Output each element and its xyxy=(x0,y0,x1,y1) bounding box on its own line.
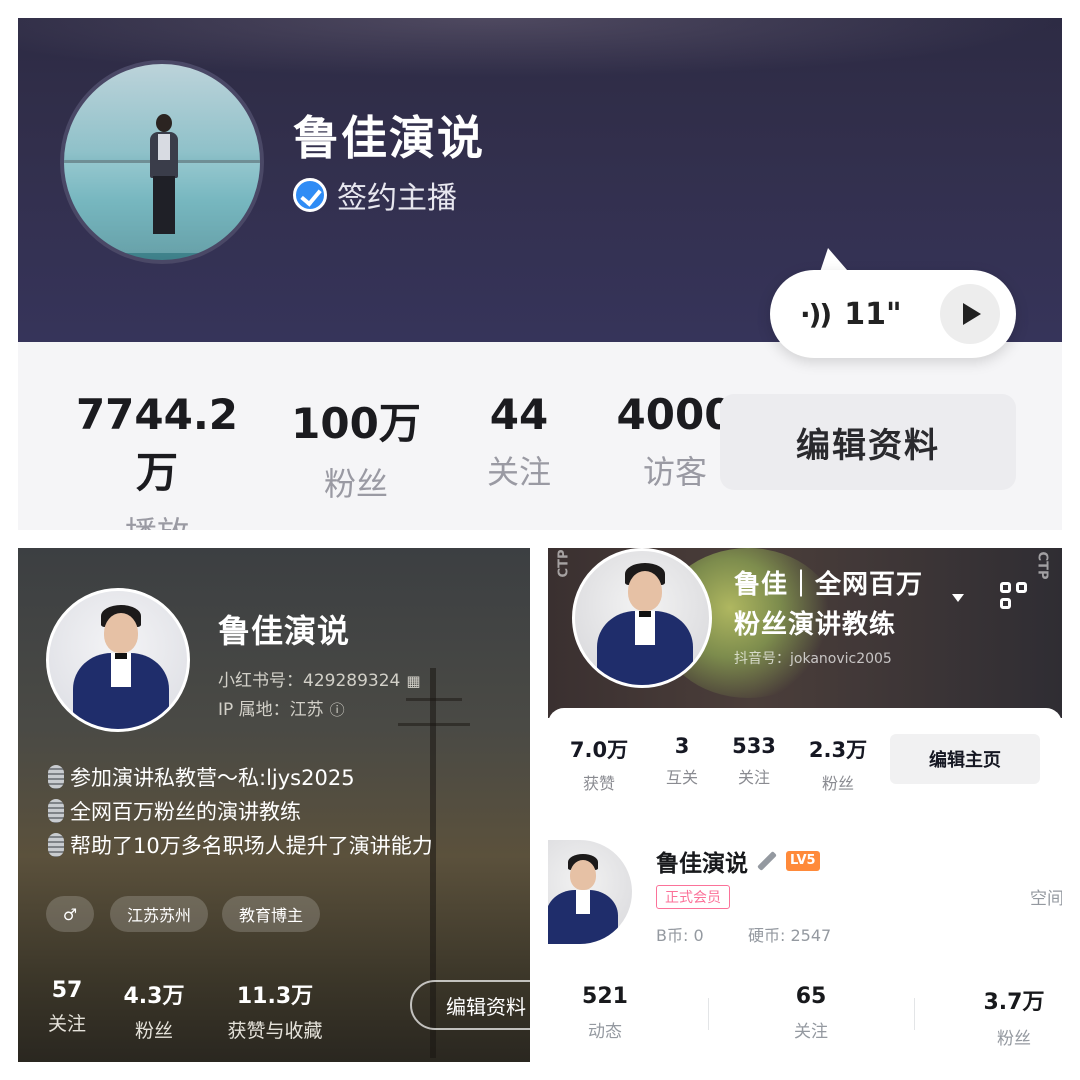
stat-likes-collects[interactable]: 11.3万 获赞与收藏 xyxy=(214,978,336,1043)
voice-intro-button[interactable]: ·)) 11" xyxy=(770,270,1016,358)
vip-badge[interactable]: 正式会员 xyxy=(656,885,730,909)
account-id: 抖音号：jokanovic2005 xyxy=(734,651,892,667)
avatar[interactable] xyxy=(572,548,712,688)
bio-line: 全网百万粉丝的演讲教练 xyxy=(48,796,301,826)
verify-label: 签约主播 xyxy=(337,181,457,216)
avatar[interactable] xyxy=(46,588,190,732)
person-figure xyxy=(144,114,184,244)
stat-fans[interactable]: 4.3万 粉丝 xyxy=(114,978,194,1043)
profile-title: 鲁佳｜全网百万 xyxy=(734,570,924,600)
person-figure xyxy=(575,551,709,685)
category-tag[interactable]: 教育博主 xyxy=(222,896,320,932)
stat-posts[interactable]: 521 动态 xyxy=(568,984,642,1042)
stat-following[interactable]: 57 关注 xyxy=(40,978,94,1036)
account-id: 小红书号：429289324 ▦ xyxy=(218,671,421,691)
edit-pencil-icon[interactable] xyxy=(757,851,777,871)
qr-code-icon[interactable]: ▦ xyxy=(406,672,420,690)
bio-line: 帮助了10万多名职场人提升了演讲能力 xyxy=(48,830,433,860)
level-badge: LV5 xyxy=(786,851,820,871)
gender-tag[interactable]: ♂ xyxy=(46,896,94,932)
profile-name-row: 鲁佳演说 LV5 xyxy=(656,844,820,878)
avatar[interactable] xyxy=(60,60,264,264)
person-figure xyxy=(49,591,187,729)
profile-name: 鲁佳演说 xyxy=(293,111,485,165)
divider xyxy=(708,998,709,1030)
microphone-icon xyxy=(48,765,64,789)
verified-icon xyxy=(293,178,327,212)
profile-card-1: 鲁佳演说 签约主播 ·)) 11" 7744.2万 播放 100万 粉丝 44 … xyxy=(18,18,1062,530)
space-link[interactable]: 空间 xyxy=(1030,884,1062,909)
edit-profile-button[interactable]: 编辑资料 xyxy=(720,394,1016,490)
bcoin-balance: B币: 0 xyxy=(656,926,704,945)
stat-plays[interactable]: 7744.2万 播放 xyxy=(62,390,252,530)
qr-code-icon[interactable] xyxy=(1000,582,1030,612)
profile-card-2: 鲁佳演说 小红书号：429289324 ▦ IP 属地：江苏 ⓘ 参加演讲私教营～私… xyxy=(18,548,530,1062)
stat-following[interactable]: 533 关注 xyxy=(724,734,784,788)
coin-balance: 硬币: 2547 xyxy=(748,926,832,945)
banner-text: CTP xyxy=(1034,551,1050,580)
stat-fans[interactable]: 2.3万 粉丝 xyxy=(796,734,880,794)
bio-line: 参加演讲私教营～私:ljys2025 xyxy=(48,762,355,792)
info-icon[interactable]: ⓘ xyxy=(330,699,345,720)
person-figure xyxy=(548,844,632,944)
divider xyxy=(914,998,915,1030)
stat-fans[interactable]: 100万 粉丝 xyxy=(284,390,428,505)
profile-name: 鲁佳演说 xyxy=(218,612,351,650)
microphone-icon xyxy=(48,833,64,857)
chevron-down-icon[interactable] xyxy=(952,594,964,602)
verify-row: 签约主播 xyxy=(293,173,457,217)
play-icon[interactable] xyxy=(940,284,1000,344)
voice-duration: 11" xyxy=(844,296,902,332)
sound-wave-icon: ·)) xyxy=(800,297,832,331)
ip-location: IP 属地：江苏 ⓘ xyxy=(218,699,345,720)
profile-card-3: CTP CTP 鲁佳｜全网百万 粉丝演讲教练 抖音号：jokanovic2005… xyxy=(548,548,1062,1062)
stat-following[interactable]: 44 关注 xyxy=(464,390,574,493)
microphone-icon xyxy=(48,799,64,823)
stat-mutual[interactable]: 3 互关 xyxy=(652,734,712,788)
avatar[interactable] xyxy=(548,840,632,944)
location-tag[interactable]: 江苏苏州 xyxy=(110,896,208,932)
edit-homepage-button[interactable]: 编辑主页 xyxy=(890,734,1040,784)
profile-subtitle: 粉丝演讲教练 xyxy=(734,610,897,640)
banner-text: CTP xyxy=(556,549,572,578)
stat-likes[interactable]: 7.0万 获赞 xyxy=(562,734,636,794)
edit-profile-button[interactable]: 编辑资料 xyxy=(410,980,530,1030)
stat-fans[interactable]: 3.7万 粉丝 xyxy=(972,984,1056,1049)
stat-following[interactable]: 65 关注 xyxy=(774,984,848,1042)
